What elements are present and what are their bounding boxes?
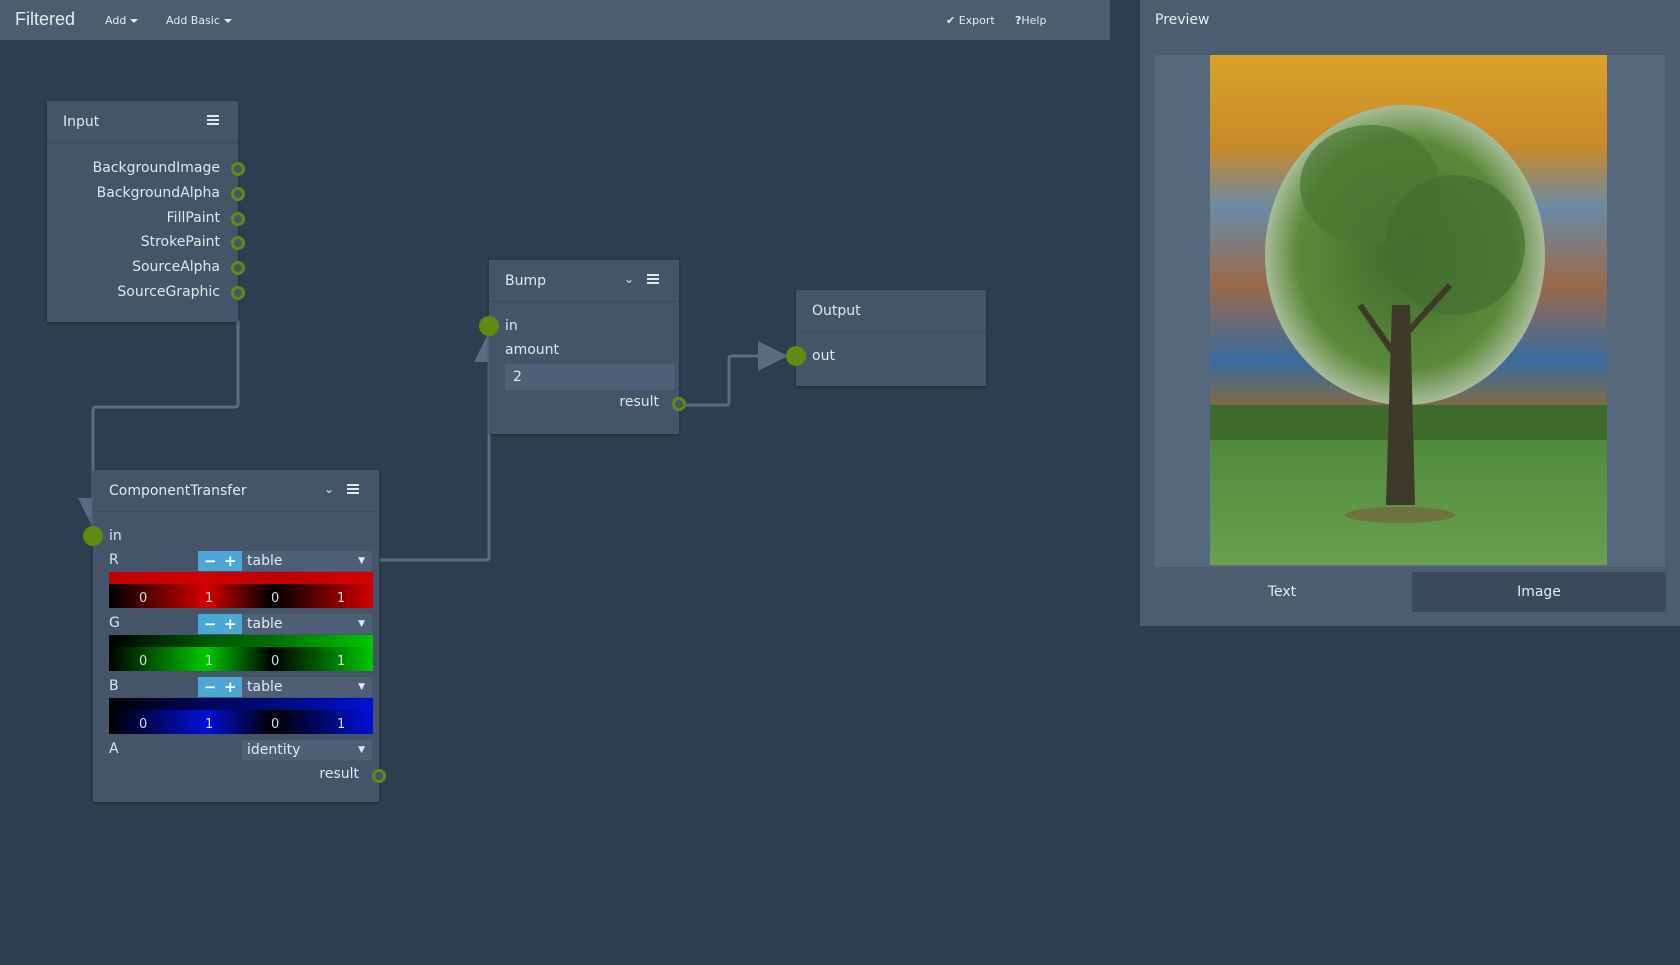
result-label: result xyxy=(319,766,359,782)
amount-input[interactable] xyxy=(505,364,675,390)
channel-gradient-r[interactable]: 0 1 0 1 xyxy=(109,572,373,608)
output-label-sourcealpha: SourceAlpha xyxy=(132,259,220,275)
tab-text[interactable]: Text xyxy=(1155,572,1409,612)
channel-func-value: table xyxy=(247,616,283,632)
table-value[interactable]: 0 xyxy=(139,654,147,669)
table-value[interactable]: 0 xyxy=(139,717,147,732)
input-port-in[interactable] xyxy=(479,316,499,336)
bump-node[interactable]: Bump ⌄ in amount result xyxy=(479,260,686,434)
channel-func-value: table xyxy=(247,553,283,569)
result-label: result xyxy=(619,394,659,410)
in-label: in xyxy=(109,528,122,544)
table-value[interactable]: 0 xyxy=(271,654,279,669)
output-port-result[interactable] xyxy=(372,769,386,783)
channel-func-value: table xyxy=(247,679,283,695)
table-value[interactable]: 1 xyxy=(337,717,345,732)
output-label-backgroundalpha: BackgroundAlpha xyxy=(96,185,220,201)
table-value[interactable]: 1 xyxy=(205,591,213,606)
output-label-strokepaint: StrokePaint xyxy=(140,234,220,250)
output-port[interactable] xyxy=(231,187,245,201)
componenttransfer-node-header[interactable]: ComponentTransfer ⌄ xyxy=(93,470,379,512)
output-port[interactable] xyxy=(231,286,245,300)
channel-label-g: G xyxy=(109,615,120,631)
wire-bump-to-output xyxy=(681,341,788,407)
output-port[interactable] xyxy=(231,162,245,176)
dropdown-arrow-icon: ▼ xyxy=(358,619,365,629)
table-stepper: − + xyxy=(198,614,242,634)
preview-image xyxy=(1210,55,1607,565)
preview-title: Preview xyxy=(1155,12,1210,28)
channel-label-a: A xyxy=(109,741,119,757)
channel-gradient-b[interactable]: 0 1 0 1 xyxy=(109,698,373,734)
table-value[interactable]: 1 xyxy=(205,717,213,732)
channel-func-select-b[interactable]: table ▼ xyxy=(242,677,372,697)
channel-func-select-r[interactable]: table ▼ xyxy=(242,551,372,571)
output-node-title: Output xyxy=(812,303,861,319)
channel-func-select-g[interactable]: table ▼ xyxy=(242,614,372,634)
input-port-in[interactable] xyxy=(83,526,103,546)
plus-icon[interactable]: + xyxy=(224,552,237,570)
table-value[interactable]: 1 xyxy=(337,591,345,606)
chevron-down-icon[interactable]: ⌄ xyxy=(321,482,337,498)
dropdown-arrow-icon: ▼ xyxy=(358,682,365,692)
output-label-sourcegraphic: SourceGraphic xyxy=(117,284,220,300)
channel-func-select-a[interactable]: identity ▼ xyxy=(242,740,372,760)
output-port[interactable] xyxy=(231,236,245,250)
preview-panel: Preview Text Image xyxy=(1140,0,1680,626)
table-value[interactable]: 1 xyxy=(205,654,213,669)
input-node-title: Input xyxy=(63,114,100,130)
output-port-result[interactable] xyxy=(672,397,686,411)
minus-icon[interactable]: − xyxy=(204,615,217,633)
menu-icon[interactable] xyxy=(207,115,219,127)
table-stepper: − + xyxy=(198,677,242,697)
input-port-out[interactable] xyxy=(786,346,806,366)
channel-gradient-g[interactable]: 0 1 0 1 xyxy=(109,635,373,671)
input-node[interactable]: Input BackgroundImage BackgroundAlpha Fi… xyxy=(47,101,245,322)
bump-node-header[interactable]: Bump ⌄ xyxy=(489,260,679,302)
out-label: out xyxy=(812,348,835,364)
plus-icon[interactable]: + xyxy=(224,678,237,696)
table-value[interactable]: 0 xyxy=(271,591,279,606)
dropdown-arrow-icon: ▼ xyxy=(358,556,365,566)
tab-image[interactable]: Image xyxy=(1412,572,1666,612)
chevron-down-icon[interactable]: ⌄ xyxy=(621,272,637,288)
table-value[interactable]: 1 xyxy=(337,654,345,669)
bump-node-title: Bump xyxy=(505,273,547,289)
preview-frame xyxy=(1155,55,1665,567)
input-node-header[interactable]: Input xyxy=(47,101,238,143)
componenttransfer-node[interactable]: ComponentTransfer ⌄ in R − + table ▼ 0 1 … xyxy=(83,470,386,802)
output-label-fillpaint: FillPaint xyxy=(166,210,220,226)
channel-label-b: B xyxy=(109,678,119,694)
componenttransfer-node-title: ComponentTransfer xyxy=(109,483,247,499)
channel-func-value: identity xyxy=(247,742,301,758)
output-port[interactable] xyxy=(231,212,245,226)
output-port[interactable] xyxy=(231,261,245,275)
wire-componenttransfer-to-bump xyxy=(380,332,504,562)
channel-label-r: R xyxy=(109,552,119,568)
amount-label: amount xyxy=(505,342,560,358)
menu-icon[interactable] xyxy=(347,484,359,496)
menu-icon[interactable] xyxy=(647,274,659,286)
table-value[interactable]: 0 xyxy=(271,717,279,732)
minus-icon[interactable]: − xyxy=(204,678,217,696)
table-stepper: − + xyxy=(198,551,242,571)
output-node[interactable]: Output out xyxy=(786,290,986,386)
minus-icon[interactable]: − xyxy=(204,552,217,570)
output-node-header[interactable]: Output xyxy=(796,290,986,332)
table-value[interactable]: 0 xyxy=(139,591,147,606)
output-label-backgroundimage: BackgroundImage xyxy=(92,160,220,176)
plus-icon[interactable]: + xyxy=(224,615,237,633)
dropdown-arrow-icon: ▼ xyxy=(358,745,365,755)
in-label: in xyxy=(505,318,518,334)
